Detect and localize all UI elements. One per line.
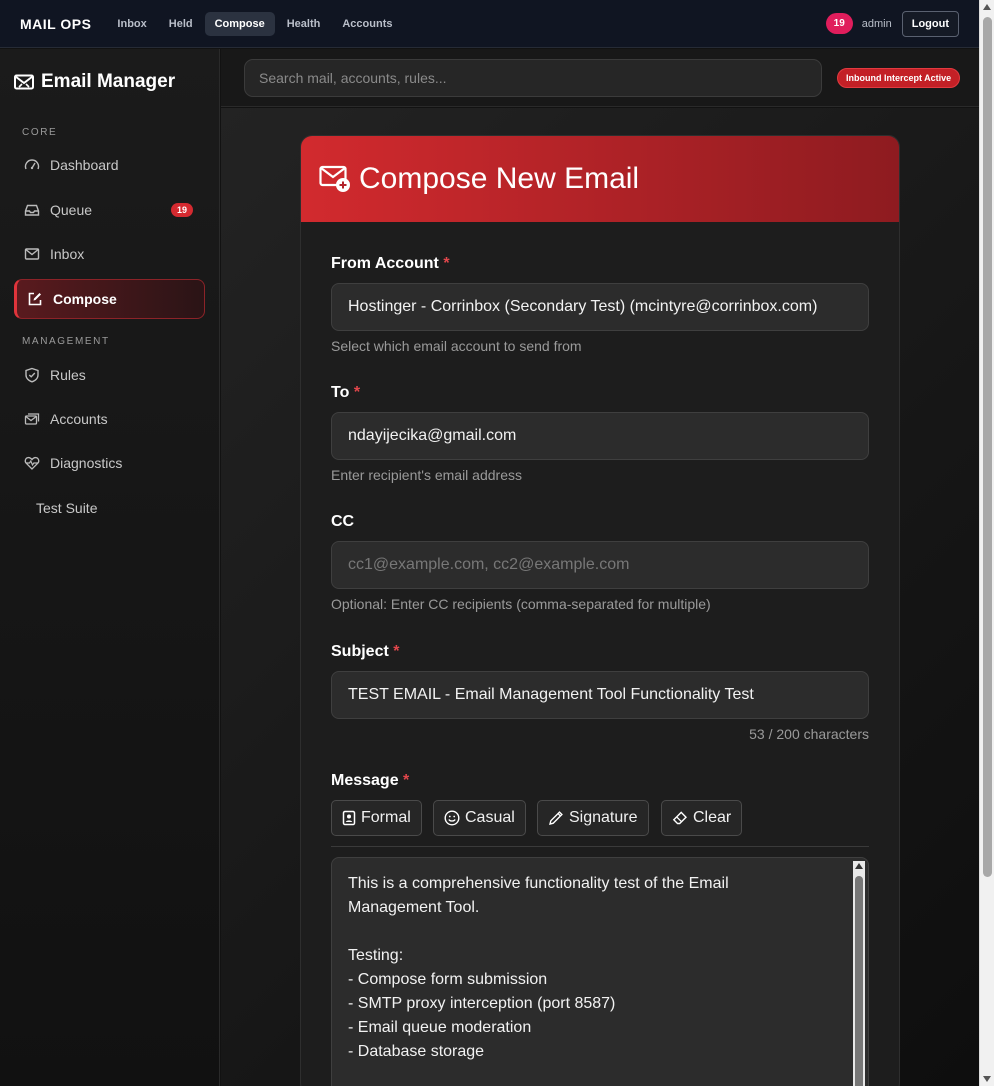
page-scrollbar[interactable] — [979, 0, 994, 1086]
sidebar-item-label: Queue — [50, 202, 93, 218]
page-title: Compose New Email — [359, 162, 640, 195]
sidebar: Email Manager CORE Dashboard Queue 19 In… — [0, 49, 220, 1086]
message-label-text: Message — [331, 772, 399, 789]
message-line: Management Tool. — [348, 899, 480, 916]
from-account-help: Select which email account to send from — [331, 338, 582, 354]
sidebar-item-label: Inbox — [50, 246, 85, 262]
sidebar-item-label: Test Suite — [36, 500, 98, 516]
message-line: Testing: — [348, 947, 404, 964]
to-field[interactable]: ndayijecika@gmail.com — [331, 412, 869, 460]
from-account-label: From Account * — [331, 255, 450, 273]
search-header: Inbound Intercept Active — [221, 49, 979, 107]
message-line: This is a comprehensive functionality te… — [348, 875, 729, 892]
casual-button-label: Casual — [465, 809, 515, 826]
brand-logo[interactable]: MAIL OPS — [20, 16, 91, 32]
sidebar-item-test-suite[interactable]: Test Suite — [14, 488, 205, 528]
sidebar-item-dashboard[interactable]: Dashboard — [14, 145, 205, 185]
envelope-x-icon — [14, 74, 34, 90]
sidebar-section-management: MANAGEMENT — [22, 336, 110, 347]
queue-count-badge: 19 — [170, 203, 193, 217]
nav-user-area: 19 admin Logout — [825, 10, 959, 37]
sidebar-item-label: Rules — [50, 367, 86, 383]
sidebar-item-label: Diagnostics — [50, 455, 123, 471]
required-marker: * — [403, 772, 410, 789]
sidebar-item-accounts[interactable]: Accounts — [14, 399, 205, 439]
sidebar-item-queue[interactable]: Queue 19 — [14, 190, 205, 230]
to-label-text: To — [331, 384, 350, 401]
sidebar-item-label: Compose — [53, 291, 117, 307]
nav-link-inbox[interactable]: Inbox — [107, 12, 156, 36]
scroll-up-arrow-icon[interactable] — [855, 863, 863, 869]
subject-char-counter: 53 / 200 characters — [749, 726, 869, 742]
sidebar-title-text: Email Manager — [41, 71, 176, 92]
required-marker: * — [443, 255, 450, 272]
nav-link-health[interactable]: Health — [277, 12, 331, 36]
message-line: - SMTP proxy interception (port 8587) — [348, 995, 616, 1012]
from-label-text: From Account — [331, 255, 439, 272]
page-scroll-down-icon[interactable] — [983, 1076, 991, 1082]
clear-message-button[interactable]: Clear — [661, 800, 743, 836]
message-line: - Compose form submission — [348, 971, 548, 988]
message-line: - Email queue moderation — [348, 1019, 532, 1036]
notification-count-badge[interactable]: 19 — [825, 13, 853, 34]
pencil-square-icon — [28, 292, 42, 306]
inbox-tray-icon — [24, 204, 40, 216]
username-label: admin — [861, 17, 892, 30]
sidebar-title: Email Manager — [14, 71, 175, 93]
gauge-icon — [24, 159, 40, 170]
sidebar-item-inbox[interactable]: Inbox — [14, 234, 205, 274]
cc-help: Optional: Enter CC recipients (comma-sep… — [331, 596, 711, 612]
cc-field[interactable]: cc1@example.com, cc2@example.com — [331, 541, 869, 589]
eraser-icon — [672, 811, 687, 825]
signature-button-label: Signature — [569, 809, 638, 826]
sidebar-item-compose[interactable]: Compose — [14, 279, 205, 319]
search-input[interactable] — [244, 59, 822, 97]
to-help: Enter recipient's email address — [331, 467, 522, 483]
sidebar-item-rules[interactable]: Rules — [14, 355, 205, 395]
sidebar-item-label: Dashboard — [50, 157, 119, 173]
clear-button-label: Clear — [693, 809, 732, 826]
compose-card-header: Compose New Email — [301, 136, 899, 222]
textarea-scroll-thumb[interactable] — [855, 876, 863, 1086]
sidebar-section-core: CORE — [22, 127, 58, 138]
required-marker: * — [353, 384, 361, 401]
logout-button[interactable]: Logout — [901, 10, 959, 37]
top-navbar: MAIL OPS Inbox Held Compose Health Accou… — [0, 0, 979, 48]
message-line: - Database storage — [348, 1043, 485, 1060]
person-badge-icon — [342, 810, 356, 826]
page-scroll-thumb[interactable] — [983, 17, 992, 877]
signature-button[interactable]: Signature — [537, 800, 649, 836]
page-scroll-up-icon[interactable] — [983, 4, 991, 10]
envelopes-icon — [24, 413, 40, 425]
subject-label: Subject * — [331, 643, 399, 661]
from-account-select[interactable]: Hostinger - Corrinbox (Secondary Test) (… — [331, 283, 869, 331]
envelope-plus-icon — [319, 165, 350, 192]
casual-template-button[interactable]: Casual — [433, 800, 526, 836]
sidebar-item-label: Accounts — [50, 411, 108, 427]
cc-label-text: CC — [331, 513, 355, 530]
formal-template-button[interactable]: Formal — [331, 800, 422, 836]
textarea-scrollbar[interactable] — [853, 861, 865, 1086]
intercept-status-badge: Inbound Intercept Active — [837, 68, 961, 88]
message-line — [348, 920, 838, 944]
smiley-icon — [444, 810, 460, 826]
nav-link-held[interactable]: Held — [159, 12, 203, 36]
required-marker: * — [393, 643, 400, 660]
sidebar-item-diagnostics[interactable]: Diagnostics — [14, 443, 205, 483]
shield-check-icon — [25, 367, 39, 383]
nav-link-compose[interactable]: Compose — [204, 11, 275, 36]
formal-button-label: Formal — [361, 809, 411, 826]
cc-label: CC — [331, 513, 354, 531]
heart-pulse-icon — [24, 456, 40, 470]
pen-icon — [549, 811, 563, 825]
subject-label-text: Subject — [331, 643, 389, 660]
envelope-icon — [24, 248, 40, 260]
nav-link-accounts[interactable]: Accounts — [332, 12, 402, 36]
subject-field[interactable]: TEST EMAIL - Email Management Tool Funct… — [331, 671, 869, 719]
toolbar-divider — [331, 846, 869, 847]
compose-card: Compose New Email From Account * Hosting… — [300, 135, 900, 1086]
message-body-textarea[interactable]: This is a comprehensive functionality te… — [331, 857, 869, 1086]
to-label: To * — [331, 384, 360, 402]
message-label: Message * — [331, 772, 409, 790]
